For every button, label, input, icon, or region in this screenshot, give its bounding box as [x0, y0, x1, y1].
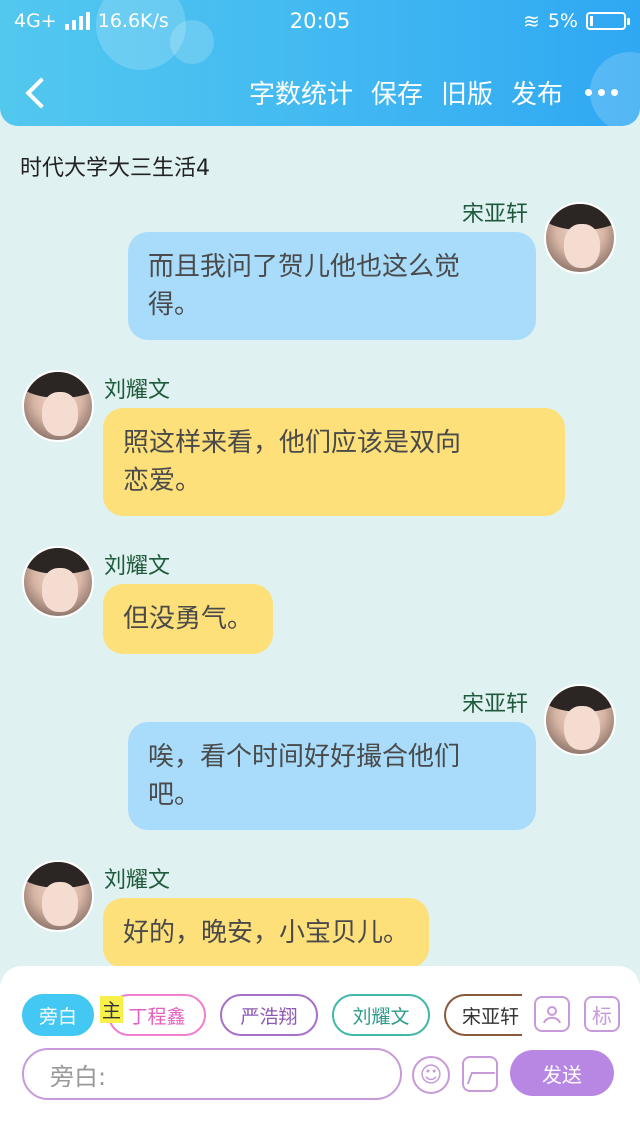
- message-line: 吧。: [148, 780, 201, 810]
- old-version-button[interactable]: 旧版: [441, 74, 493, 111]
- message-input[interactable]: 旁白:: [22, 1048, 402, 1100]
- save-button[interactable]: 保存: [371, 74, 423, 111]
- image-icon[interactable]: [462, 1056, 498, 1092]
- role-narrator[interactable]: 旁白: [22, 994, 94, 1036]
- avatar[interactable]: [544, 684, 616, 756]
- sender-name: 宋亚轩: [462, 692, 529, 717]
- message-line: 但没勇气。: [123, 604, 254, 634]
- back-arrow-icon[interactable]: [18, 70, 58, 114]
- battery-icon: [586, 12, 630, 30]
- message-line: 恋爱。: [123, 466, 202, 496]
- main-role-badge: 主: [100, 996, 124, 1023]
- message-line: 唉，看个时间好好撮合他们: [148, 742, 461, 772]
- chat-area: 宋亚轩 而且我问了贺儿他也这么觉 得。 刘耀文 照这样来看，他们应该是双向 恋爱…: [0, 198, 640, 970]
- role-yan-haoxiang[interactable]: 严浩翔: [220, 994, 318, 1036]
- character-icon[interactable]: [534, 996, 570, 1032]
- sender-name: 刘耀文: [104, 554, 171, 579]
- message-bubble: 但没勇气。: [103, 584, 274, 654]
- role-liu-yaowen[interactable]: 刘耀文: [332, 994, 430, 1036]
- avatar[interactable]: [22, 370, 94, 442]
- input-panel: 旁白 丁程鑫 严浩翔 刘耀文 宋亚轩 主 标 旁白: ☺ 发送: [0, 966, 640, 1138]
- message-bubble: 唉，看个时间好好撮合他们 吧。: [128, 722, 536, 830]
- message-bubble: 好的，晚安，小宝贝儿。: [103, 898, 430, 968]
- role-selector: 旁白 丁程鑫 严浩翔 刘耀文 宋亚轩 主: [22, 994, 522, 1038]
- emoji-icon[interactable]: ☺: [412, 1056, 450, 1094]
- sender-name: 刘耀文: [104, 378, 171, 403]
- chat-title: 时代大学大三生活4: [20, 156, 210, 181]
- wifi-icon: ≋: [523, 9, 540, 33]
- avatar[interactable]: [22, 860, 94, 932]
- avatar[interactable]: [22, 546, 94, 618]
- mark-button[interactable]: 标: [584, 996, 620, 1032]
- top-header: 4G+ 16.6K/s 20:05 ≋ 5% 字数统计 保存 旧版 发布: [0, 0, 640, 126]
- message-line: 而且我问了贺儿他也这么觉: [148, 252, 461, 282]
- sender-name: 刘耀文: [104, 868, 171, 893]
- sender-name: 宋亚轩: [462, 202, 529, 227]
- word-count-button[interactable]: 字数统计: [249, 74, 353, 111]
- publish-button[interactable]: 发布: [511, 74, 563, 111]
- avatar[interactable]: [544, 202, 616, 274]
- message-bubble: 照这样来看，他们应该是双向 恋爱。: [103, 408, 565, 516]
- message-line: 好的，晚安，小宝贝儿。: [123, 918, 410, 948]
- message-line: 得。: [148, 290, 201, 320]
- more-icon[interactable]: [581, 89, 622, 96]
- status-bar: 4G+ 16.6K/s 20:05 ≋ 5%: [0, 0, 640, 44]
- message-bubble: 而且我问了贺儿他也这么觉 得。: [128, 232, 536, 340]
- nav-bar: 字数统计 保存 旧版 发布: [0, 62, 640, 122]
- role-song-yaxuan[interactable]: 宋亚轩: [444, 994, 522, 1036]
- message-line: 照这样来看，他们应该是双向: [123, 428, 462, 458]
- battery-percent: 5%: [547, 10, 578, 32]
- send-button[interactable]: 发送: [510, 1050, 614, 1096]
